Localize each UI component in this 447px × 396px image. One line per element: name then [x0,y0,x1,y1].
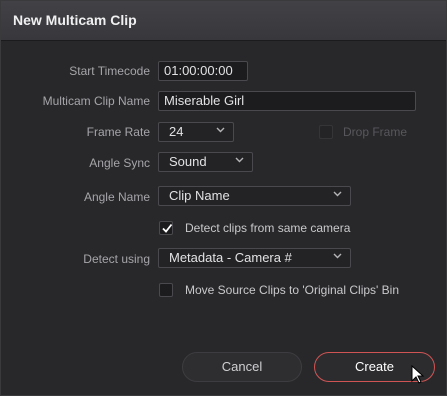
cancel-button[interactable]: Cancel [182,352,302,382]
move-source-checkbox[interactable] [159,283,173,297]
start-timecode-label: Start Timecode [69,64,150,78]
checkmark-icon [162,223,173,233]
angle-name-value: Clip Name [169,188,230,203]
frame-rate-label: Frame Rate [86,125,150,139]
angle-sync-label: Angle Sync [89,156,150,170]
detect-using-select[interactable]: Metadata - Camera # [158,248,351,268]
mouse-pointer-icon [411,364,425,388]
angle-sync-value: Sound [169,154,207,169]
new-multicam-clip-dialog: New Multicam Clip Start Timecode 01:00:0… [0,0,447,396]
detect-using-value: Metadata - Camera # [169,250,292,265]
frame-rate-select[interactable]: 24 [158,122,234,142]
chevron-down-icon [216,127,225,134]
drop-frame-label: Drop Frame [343,125,408,139]
dialog-titlebar[interactable]: New Multicam Clip [1,1,446,41]
chevron-down-icon [333,253,342,260]
detect-same-camera-label: Detect clips from same camera [185,221,351,235]
frame-rate-value: 24 [169,124,184,139]
dialog-title: New Multicam Clip [13,12,137,28]
move-source-label: Move Source Clips to 'Original Clips' Bi… [185,283,399,297]
clip-name-label: Multicam Clip Name [42,94,150,108]
angle-name-label: Angle Name [83,190,150,204]
clip-name-field[interactable]: Miserable Girl [158,91,416,111]
chevron-down-icon [333,191,342,198]
angle-name-select[interactable]: Clip Name [158,186,351,206]
start-timecode-field[interactable]: 01:00:00:00 [158,61,248,81]
chevron-down-icon [235,157,244,164]
detect-using-label: Detect using [83,252,150,266]
detect-same-camera-checkbox[interactable] [159,221,173,235]
angle-sync-select[interactable]: Sound [158,152,253,172]
drop-frame-checkbox[interactable] [319,125,333,139]
